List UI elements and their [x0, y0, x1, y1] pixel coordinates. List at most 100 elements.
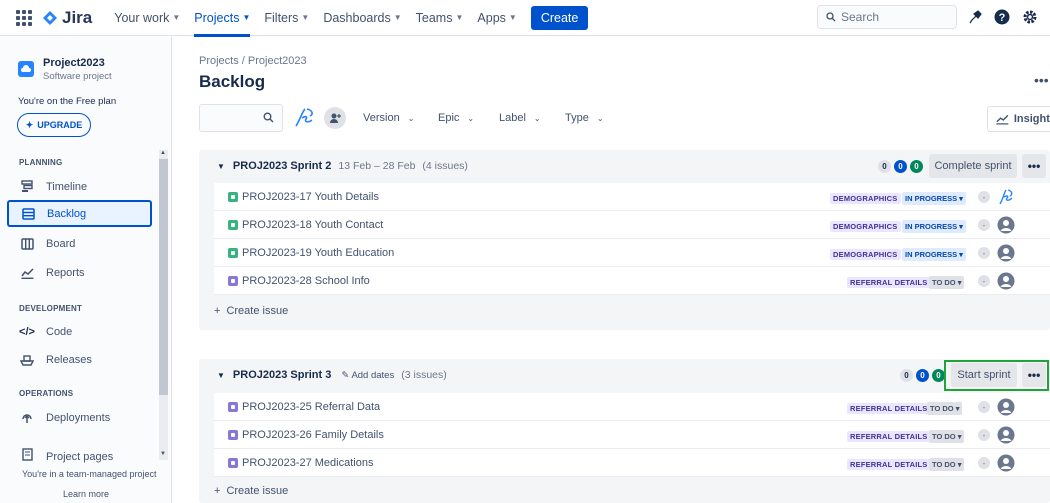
- sprint-title[interactable]: ▼ PROJ2023 Sprint 3 ✎ Add dates (3 issue…: [217, 369, 447, 381]
- sidebar-item-reports[interactable]: Reports: [8, 259, 151, 286]
- estimate-badge[interactable]: -: [978, 401, 990, 413]
- sprint-title[interactable]: ▼ PROJ2023 Sprint 2 13 Feb – 28 Feb (4 i…: [217, 160, 468, 172]
- sidebar-item-timeline[interactable]: Timeline: [8, 173, 151, 200]
- upgrade-button[interactable]: ✦ UPGRADE: [17, 113, 91, 137]
- estimate-badge[interactable]: -: [978, 247, 990, 259]
- sidebar-item-deployments[interactable]: Deployments: [8, 404, 151, 431]
- releases-ship-icon: [20, 353, 34, 367]
- unassigned-avatar-icon[interactable]: [997, 272, 1015, 290]
- create-button[interactable]: Create: [530, 5, 589, 30]
- epic-badge: REFERRAL DETAILS: [847, 403, 931, 414]
- issue-summary: PROJ2023-18 Youth Contact: [242, 219, 384, 231]
- more-actions-icon[interactable]: •••: [1034, 72, 1050, 92]
- issue-row[interactable]: PROJ2023-26 Family Details REFERRAL DETA…: [214, 421, 1050, 449]
- app-switcher-icon[interactable]: [16, 9, 32, 26]
- sidebar-item-board[interactable]: Board: [8, 230, 151, 257]
- story-icon: [228, 220, 238, 230]
- sidebar-item-releases[interactable]: Releases: [8, 346, 151, 373]
- chevron-down-icon: ▼: [393, 13, 402, 22]
- plan-text: You're on the Free plan: [18, 96, 117, 107]
- unassigned-avatar-icon[interactable]: [997, 398, 1015, 416]
- nav-apps[interactable]: Apps ▼: [477, 0, 516, 36]
- status-dropdown[interactable]: IN PROGRESS ▾: [902, 248, 966, 261]
- nav-your-work[interactable]: Your work ▼: [114, 0, 180, 36]
- nav-filters[interactable]: Filters ▼: [264, 0, 309, 36]
- jira-logo[interactable]: Jira: [42, 8, 92, 28]
- issue-row[interactable]: PROJ2023-18 Youth Contact DEMOGRAPHICS I…: [214, 211, 1050, 239]
- count-in-progress: 0: [916, 369, 929, 382]
- nav-projects[interactable]: Projects ▼: [194, 0, 251, 37]
- filter-version[interactable]: Version ⌄: [363, 112, 414, 124]
- estimate-badge[interactable]: -: [978, 219, 990, 231]
- complete-sprint-button[interactable]: Complete sprint: [929, 154, 1017, 178]
- scroll-down-icon[interactable]: ▼: [160, 451, 166, 457]
- insights-label: Insights: [1013, 113, 1050, 125]
- estimate-badge[interactable]: -: [978, 191, 990, 203]
- sidebar-item-project-pages[interactable]: Project pages: [8, 445, 151, 463]
- backlog-search-input[interactable]: [199, 104, 283, 132]
- add-people-icon[interactable]: [324, 107, 346, 129]
- nav-teams[interactable]: Teams ▼: [416, 0, 464, 36]
- count-todo: 0: [878, 160, 891, 173]
- status-dropdown[interactable]: TO DO ▾: [929, 276, 965, 289]
- search-input[interactable]: Search: [817, 5, 957, 29]
- unassigned-avatar-icon[interactable]: [997, 426, 1015, 444]
- status-dropdown[interactable]: IN PROGRESS ▾: [902, 192, 966, 205]
- learn-more-link[interactable]: Learn more: [63, 489, 109, 499]
- status-dropdown[interactable]: TO DO ▾: [927, 402, 963, 415]
- sidebar-item-code[interactable]: </> Code: [8, 318, 151, 345]
- task-icon: [228, 458, 238, 468]
- issue-row[interactable]: PROJ2023-28 School Info REFERRAL DETAILS…: [214, 267, 1050, 295]
- project-header[interactable]: Project2023 Software project: [18, 57, 112, 82]
- create-issue-button[interactable]: + Create issue: [214, 305, 288, 317]
- nav-dashboards-label: Dashboards: [323, 10, 391, 25]
- scroll-up-icon[interactable]: ▲: [160, 150, 166, 156]
- estimate-badge[interactable]: -: [978, 275, 990, 287]
- issue-summary: PROJ2023-19 Youth Education: [242, 247, 395, 259]
- notifications-icon[interactable]: [966, 8, 984, 26]
- issue-summary: PROJ2023-27 Medications: [242, 457, 374, 469]
- nav-dashboards[interactable]: Dashboards ▼: [323, 0, 401, 36]
- create-issue-button[interactable]: + Create issue: [214, 485, 288, 497]
- settings-gear-icon[interactable]: [1021, 8, 1039, 26]
- status-dropdown[interactable]: IN PROGRESS ▾: [902, 220, 966, 233]
- sprint-more-button[interactable]: •••: [1022, 154, 1046, 178]
- help-icon[interactable]: ?: [993, 8, 1011, 26]
- filter-label-dropdown[interactable]: Label ⌄: [499, 112, 541, 124]
- filter-epic[interactable]: Epic ⌄: [438, 112, 474, 124]
- estimate-badge[interactable]: -: [978, 457, 990, 469]
- unassigned-avatar-icon[interactable]: [997, 244, 1015, 262]
- chevron-down-icon[interactable]: ▼: [217, 371, 225, 380]
- status-label: IN PROGRESS: [905, 250, 958, 259]
- unassigned-avatar-icon[interactable]: [997, 216, 1015, 234]
- issue-row[interactable]: PROJ2023-25 Referral Data REFERRAL DETAI…: [214, 393, 1050, 421]
- issue-row[interactable]: PROJ2023-17 Youth Details DEMOGRAPHICS I…: [214, 183, 1050, 211]
- plus-icon: +: [214, 305, 221, 317]
- assignee-signature-avatar[interactable]: [997, 188, 1015, 206]
- jira-logo-text: Jira: [62, 7, 93, 27]
- status-dropdown[interactable]: TO DO ▾: [929, 430, 965, 443]
- estimate-badge[interactable]: -: [978, 429, 990, 441]
- status-dropdown[interactable]: TO DO ▾: [929, 458, 965, 471]
- section-operations: OPERATIONS: [19, 389, 74, 398]
- sidebar-item-backlog[interactable]: Backlog: [7, 200, 152, 227]
- unassigned-avatar-icon[interactable]: [997, 454, 1015, 472]
- add-dates-button[interactable]: ✎ Add dates: [341, 370, 394, 381]
- nav-filters-label: Filters: [264, 10, 299, 25]
- issue-row[interactable]: PROJ2023-27 Medications REFERRAL DETAILS…: [214, 449, 1050, 477]
- epic-badge: REFERRAL DETAILS: [847, 431, 931, 442]
- timeline-icon: [20, 180, 34, 194]
- nav-teams-label: Teams: [415, 10, 453, 25]
- search-icon: [263, 112, 274, 123]
- insights-button[interactable]: Insights: [987, 106, 1050, 132]
- deployments-icon: [20, 411, 34, 425]
- issue-summary: PROJ2023-25 Referral Data: [242, 401, 381, 413]
- breadcrumb[interactable]: Projects / Project2023: [199, 55, 307, 67]
- filter-type[interactable]: Type ⌄: [565, 112, 604, 124]
- sidebar-scrollbar-thumb[interactable]: [159, 159, 168, 395]
- task-icon: [228, 430, 238, 440]
- user-avatar-signature[interactable]: [292, 106, 318, 130]
- chevron-down-icon[interactable]: ▼: [217, 162, 225, 171]
- issue-row[interactable]: PROJ2023-19 Youth Education DEMOGRAPHICS…: [214, 239, 1050, 267]
- reports-chart-icon: [20, 266, 34, 280]
